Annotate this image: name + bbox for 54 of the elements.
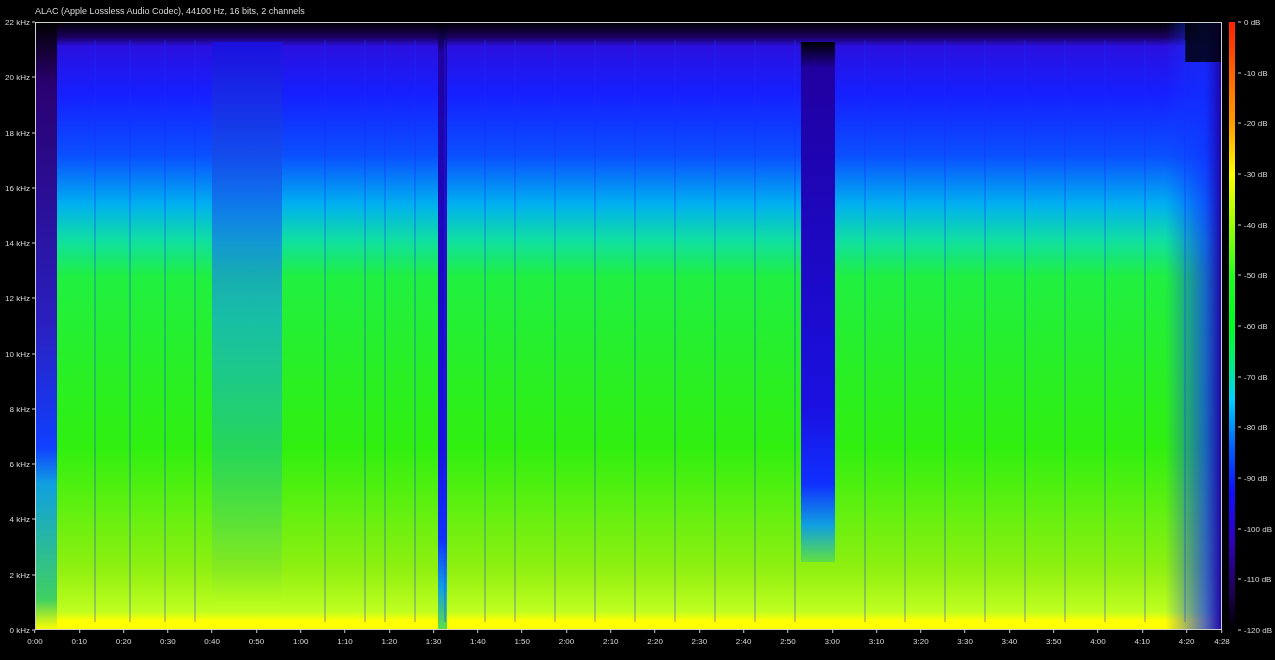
time-label: 4:28 (1214, 637, 1230, 646)
time-label: 1:40 (470, 637, 486, 646)
frequency-label: 0 kHz (9, 625, 30, 635)
time-label: 0:00 (27, 637, 43, 646)
time-label: 2:20 (647, 637, 663, 646)
time-label: 1:50 (514, 637, 530, 646)
frequency-label: 8 kHz (9, 404, 30, 414)
time-label: 1:30 (425, 637, 442, 646)
time-label: 0:40 (204, 637, 220, 646)
time-label: 3:00 (824, 637, 840, 646)
level-label: -50 dB (1244, 270, 1268, 280)
frequency-label: 12 kHz (5, 293, 30, 303)
level-label: -80 dB (1244, 422, 1268, 432)
time-label: 1:10 (337, 637, 353, 646)
time-label: 0:10 (71, 637, 88, 646)
time-label: 3:10 (868, 637, 885, 646)
time-label: 1:00 (292, 637, 309, 646)
level-label: -90 dB (1244, 473, 1268, 483)
level-label: -30 dB (1244, 169, 1268, 179)
time-label: 2:00 (558, 637, 575, 646)
time-label: 4:10 (1134, 637, 1151, 646)
time-label: 1:20 (381, 637, 398, 646)
level-label: -110 dB (1244, 574, 1272, 584)
frequency-label: 22 kHz (5, 17, 30, 27)
level-label: -100 dB (1244, 524, 1273, 534)
frequency-label: 14 kHz (5, 238, 30, 248)
time-label: 0:20 (115, 637, 132, 646)
frequency-label: 18 kHz (5, 128, 30, 138)
time-label: 3:40 (1001, 637, 1018, 646)
level-label: -10 dB (1244, 68, 1268, 78)
level-label: -60 dB (1244, 321, 1268, 331)
frequency-label: 6 kHz (9, 459, 30, 469)
time-label: 0:30 (160, 637, 176, 646)
frequency-label: 16 kHz (5, 183, 30, 193)
audio-format-title: ALAC (Apple Lossless Audio Codec), 44100 Hz, 16 bits, 2 channels (34, 5, 306, 18)
frequency-label: 2 kHz (9, 570, 30, 580)
level-label: 0 dB (1244, 17, 1261, 27)
level-label: -120 dB (1244, 625, 1273, 635)
time-label: 4:20 (1178, 637, 1195, 646)
frequency-label: 4 kHz (9, 514, 30, 524)
time-label: 3:20 (913, 637, 929, 646)
level-label: -40 dB (1244, 220, 1268, 230)
time-label: 4:00 (1090, 637, 1106, 646)
level-label: -20 dB (1244, 118, 1268, 128)
time-label: 2:30 (691, 637, 708, 646)
time-label: 3:50 (1045, 637, 1062, 646)
time-label: 0:50 (248, 637, 265, 646)
time-label: 2:50 (780, 637, 796, 646)
time-label: 2:40 (735, 637, 752, 646)
frequency-label: 10 kHz (5, 349, 30, 359)
time-label: 3:30 (957, 637, 973, 646)
level-label: -70 dB (1244, 372, 1268, 382)
time-label: 2:10 (603, 637, 619, 646)
frequency-label: 20 kHz (5, 72, 30, 82)
